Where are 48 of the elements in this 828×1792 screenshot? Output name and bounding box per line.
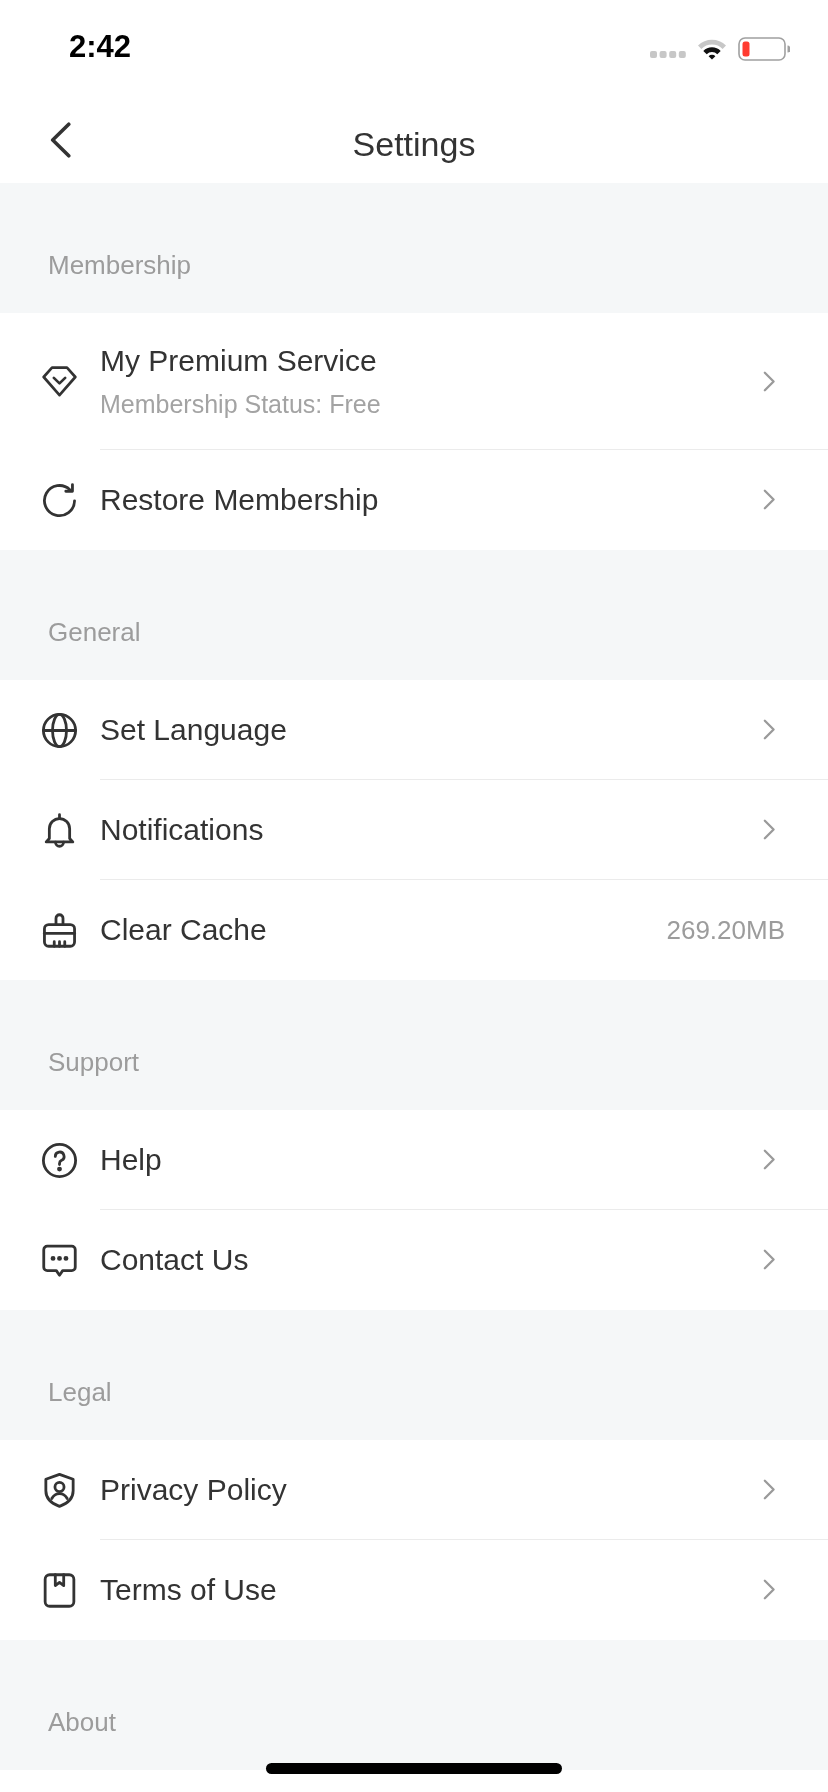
item-label: Terms of Use (100, 1571, 277, 1608)
chat-icon (42, 1242, 77, 1278)
bell-icon (42, 812, 77, 848)
settings-row[interactable]: Clear Cache 269.20MB (0, 880, 828, 980)
chevron-right-icon (763, 819, 776, 840)
item-label: Set Language (100, 711, 287, 748)
section-header: About (48, 1707, 117, 1737)
item-label: Notifications (100, 811, 264, 848)
page-title: Settings (352, 123, 476, 164)
refresh-icon (42, 482, 77, 518)
chevron-right-icon (763, 1149, 776, 1170)
chevron-right-icon (763, 370, 776, 392)
help-icon (42, 1142, 77, 1178)
status-time: 2:42 (69, 29, 132, 65)
settings-row[interactable]: Privacy Policy (0, 1440, 828, 1540)
section-header: Support (48, 1047, 141, 1077)
item-label: Clear Cache (100, 911, 267, 948)
settings-row[interactable]: Notifications (0, 780, 828, 880)
chevron-right-icon (763, 1479, 776, 1500)
chevron-right-icon (763, 489, 776, 510)
item-label: My Premium Service (100, 343, 377, 379)
globe-icon (42, 712, 77, 748)
battery-icon (738, 37, 790, 61)
item-label: Contact Us (100, 1241, 249, 1278)
item-label: Help (100, 1141, 162, 1178)
item-label: Privacy Policy (100, 1471, 287, 1508)
settings-row[interactable]: Restore Membership (0, 450, 828, 550)
settings-row[interactable]: Terms of Use (0, 1540, 828, 1640)
settings-row[interactable]: Help (0, 1110, 828, 1210)
wifi-icon (697, 38, 727, 60)
settings-row[interactable]: My Premium Service Membership Status: Free (0, 313, 828, 450)
chevron-right-icon (763, 719, 776, 740)
bookmark-icon (42, 1572, 77, 1608)
brush-icon (42, 912, 77, 948)
item-label: Restore Membership (100, 481, 379, 518)
section-header: Legal (48, 1377, 113, 1407)
section-header: Membership (48, 250, 193, 280)
chevron-right-icon (763, 1579, 776, 1600)
chevron-right-icon (763, 1249, 776, 1270)
settings-row[interactable]: Set Language (0, 680, 828, 780)
item-subtitle: Membership Status: Free (100, 389, 381, 419)
signal-icon (650, 50, 686, 58)
diamond-icon (42, 364, 77, 399)
cache-size: 269.20MB (666, 914, 785, 945)
settings-row[interactable]: Contact Us (0, 1210, 828, 1310)
chevron-left-icon (50, 122, 71, 158)
section-header: General (48, 617, 142, 647)
shield-person-icon (42, 1472, 77, 1508)
